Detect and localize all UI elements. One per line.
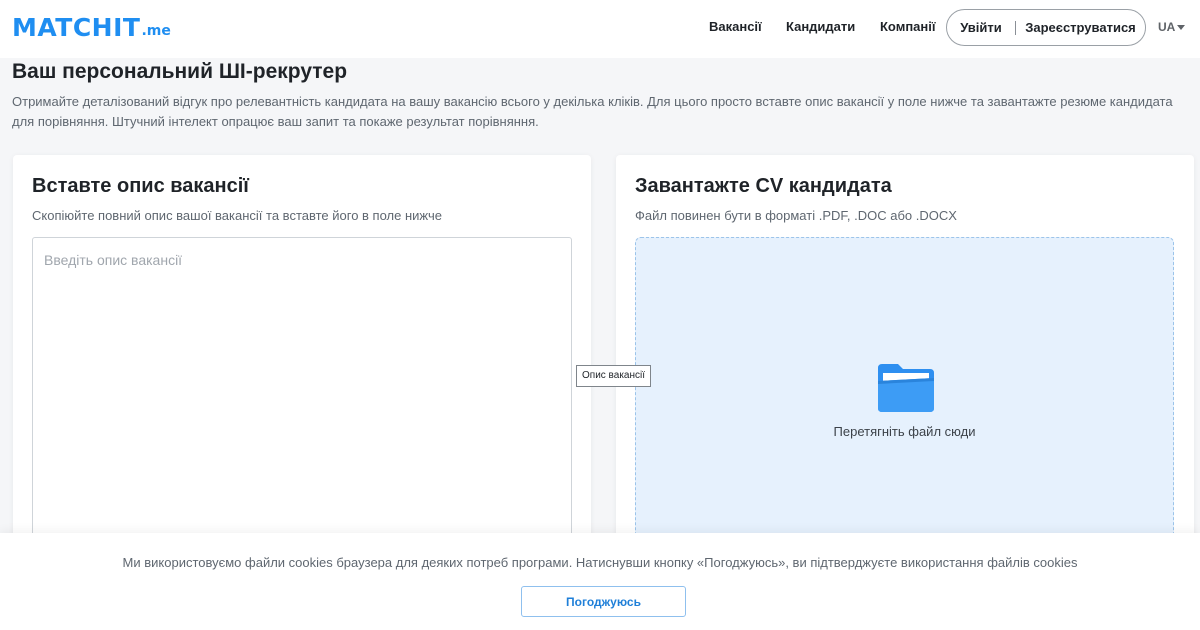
cv-dropzone[interactable]: Перетягніть файл сюди [635,237,1174,557]
nav-link-candidates[interactable]: Кандидати [786,19,855,34]
dropzone-hint: Перетягніть файл сюди [833,424,976,439]
top-navigation-bar: MATCHIT .me Вакансії Кандидати Компанії … [0,0,1200,58]
language-label: UA [1158,20,1176,34]
login-button[interactable]: Увійти [947,20,1015,35]
logo-wordmark: MATCHIT [12,13,141,42]
nav-link-vacancies[interactable]: Вакансії [709,19,762,34]
field-tooltip: Опис вакансії [576,365,651,387]
folder-icon [878,364,934,412]
cookie-banner: Ми використовуємо файли cookies браузера… [0,533,1200,630]
auth-pill: Увійти Зареєструватися [946,9,1146,46]
vacancy-card-subtitle: Скопіюйте повний опис вашої вакансії та … [32,208,442,223]
matchit-logo[interactable]: MATCHIT .me [12,12,171,42]
nav-link-companies[interactable]: Компанії [880,19,936,34]
accept-cookies-button[interactable]: Погоджуюсь [521,586,686,617]
register-button[interactable]: Зареєструватися [1016,20,1145,35]
chevron-down-icon [1177,24,1186,30]
vacancy-description-input[interactable] [32,237,572,557]
page-title: Ваш персональний ШІ-рекрутер [12,60,348,83]
cv-card-subtitle: Файл повинен бути в форматі .PDF, .DOC а… [635,208,957,223]
language-selector[interactable]: UA [1158,20,1186,34]
cookie-notice-text: Ми використовуємо файли cookies браузера… [122,555,1078,570]
logo-domain-suffix: .me [141,23,171,39]
cv-card-title: Завантажте CV кандидата [635,175,892,197]
page-description: Отримайте деталізований відгук про релев… [12,94,1173,129]
vacancy-card-title: Вставте опис вакансії [32,175,249,197]
